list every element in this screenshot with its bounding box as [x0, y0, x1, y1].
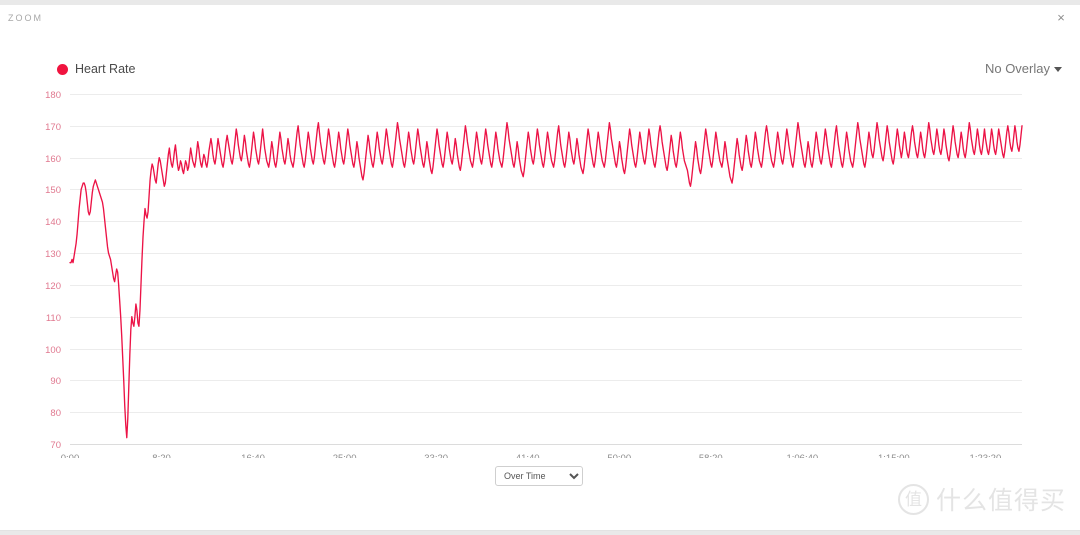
chart-x-tick-label: 8:20 [152, 453, 171, 458]
zoom-card: ZOOM × Heart Rate No Overlay 180 170 160 15… [0, 5, 1080, 531]
chart-y-tick-label: 140 [45, 217, 61, 228]
chart-y-tick-label: 150 [45, 185, 61, 196]
chart-y-tick-label: 80 [50, 408, 61, 419]
heart-rate-chart: 180 170 160 150 140 130 120 110 100 90 80 70 0:00 8:… [0, 83, 1080, 458]
card-header: ZOOM × [0, 5, 1080, 33]
site-watermark: 值 什么值得买 [897, 481, 1066, 517]
chart-mode-select[interactable]: Over Time [495, 466, 583, 486]
watermark-logo-icon: 值 [897, 483, 929, 515]
close-icon[interactable]: × [1052, 9, 1070, 27]
chart-y-tick-label: 160 [45, 154, 61, 165]
chart-y-tick-label: 130 [45, 249, 61, 260]
overlay-dropdown[interactable]: No Overlay [985, 59, 1062, 77]
chart-y-tick-label: 70 [50, 440, 61, 451]
chart-x-tick-label: 1:15:00 [878, 453, 910, 458]
overlay-dropdown-label: No Overlay [984, 60, 1050, 76]
chart-y-tick-label: 180 [45, 90, 61, 101]
chart-x-tick-label: 1:06:40 [786, 453, 818, 458]
chart-y-tick-label: 120 [45, 281, 61, 292]
heart-rate-chart-svg: 180 170 160 150 140 130 120 110 100 90 80 70 0:00 8:… [45, 90, 1023, 458]
chart-x-axis: 0:00 8:20 16:40 25:00 33:20 41:40 50:00 58:20 1:… [61, 453, 1001, 458]
zoom-title: ZOOM [8, 13, 43, 23]
chart-legend: Heart Rate [57, 60, 135, 78]
chart-x-tick-label: 58:20 [699, 453, 723, 458]
chart-x-tick-label: 50:00 [607, 453, 631, 458]
heart-rate-legend-dot [57, 63, 68, 75]
chevron-down-icon [1054, 66, 1062, 72]
chart-x-tick-label: 25:00 [333, 453, 357, 458]
chart-y-axis: 180 170 160 150 140 130 120 110 100 90 80 70 [45, 90, 61, 451]
watermark-text: 什么值得买 [935, 487, 1066, 515]
chart-y-tick-label: 100 [45, 345, 61, 356]
chart-y-tick-label: 110 [46, 313, 61, 324]
chart-x-tick-label: 41:40 [516, 453, 540, 458]
chart-x-tick-label: 0:00 [61, 453, 80, 458]
heart-rate-series-line [69, 121, 1023, 439]
app-root: ZOOM × Heart Rate No Overlay 180 170 160 15… [0, 0, 1080, 535]
chart-x-tick-label: 33:20 [424, 453, 448, 458]
heart-rate-legend-label: Heart Rate [75, 62, 136, 76]
chart-y-tick-label: 90 [50, 376, 61, 387]
chart-y-tick-label: 170 [45, 122, 61, 133]
chart-x-tick-label: 16:40 [241, 453, 265, 458]
chart-x-tick-label: 1:23:20 [970, 453, 1002, 458]
